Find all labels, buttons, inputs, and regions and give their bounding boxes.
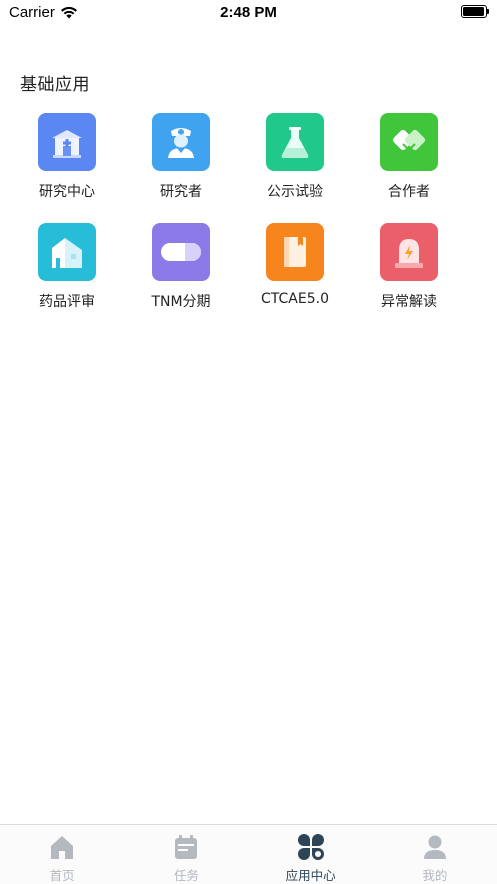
alarm-lamp-icon (380, 223, 438, 281)
app-label: 合作者 (388, 184, 430, 200)
app-drug-review[interactable]: 药品评审 (10, 223, 124, 333)
app-row: 药品评审 TNM分期 CTCAE5.0 异常解读 (10, 223, 487, 333)
tab-label: 首页 (49, 868, 75, 883)
tab-tasks[interactable]: 任务 (124, 825, 248, 884)
building-icon (38, 223, 96, 281)
home-icon (48, 833, 76, 861)
person-icon (421, 833, 449, 861)
flask-icon (266, 113, 324, 171)
nurse-icon (152, 113, 210, 171)
app-label: 药品评审 (39, 294, 95, 310)
app-label: 研究者 (160, 184, 202, 200)
tab-mine[interactable]: 我的 (373, 825, 497, 884)
clock: 2:48 PM (220, 4, 277, 21)
app-label: 异常解读 (381, 294, 437, 310)
book-icon (266, 223, 324, 281)
pill-icon (152, 223, 210, 281)
tab-bar: 首页 任务 应用中心 我的 (0, 824, 497, 884)
app-ctcae[interactable]: CTCAE5.0 (238, 223, 352, 333)
handshake-icon (380, 113, 438, 171)
calendar-icon (172, 833, 200, 861)
battery-icon (461, 5, 489, 18)
app-label: TNM分期 (151, 294, 211, 310)
tab-label: 我的 (422, 868, 448, 883)
app-abnormal-interpretation[interactable]: 异常解读 (352, 223, 466, 333)
app-collaborators[interactable]: 合作者 (352, 113, 466, 223)
app-label: 公示试验 (267, 184, 323, 200)
app-label: CTCAE5.0 (261, 291, 329, 307)
apps-icon (297, 833, 325, 861)
app-researcher[interactable]: 研究者 (124, 113, 238, 223)
status-bar: Carrier 2:48 PM (0, 0, 497, 26)
app-public-trials[interactable]: 公示试验 (238, 113, 352, 223)
tab-app-center[interactable]: 应用中心 (249, 825, 373, 884)
tab-label: 任务 (173, 868, 199, 883)
app-tnm-staging[interactable]: TNM分期 (124, 223, 238, 333)
app-research-center[interactable]: 研究中心 (10, 113, 124, 223)
app-row: 研究中心 研究者 公示试验 合作者 (10, 113, 487, 223)
tab-label: 应用中心 (285, 868, 336, 883)
app-grid: 研究中心 研究者 公示试验 合作者 药品评审 TNM分期 CTCAE5.0 异常… (10, 113, 487, 333)
section-title: 基础应用 (20, 75, 90, 95)
tab-home[interactable]: 首页 (0, 825, 124, 884)
app-label: 研究中心 (39, 184, 95, 200)
hospital-icon (38, 113, 96, 171)
